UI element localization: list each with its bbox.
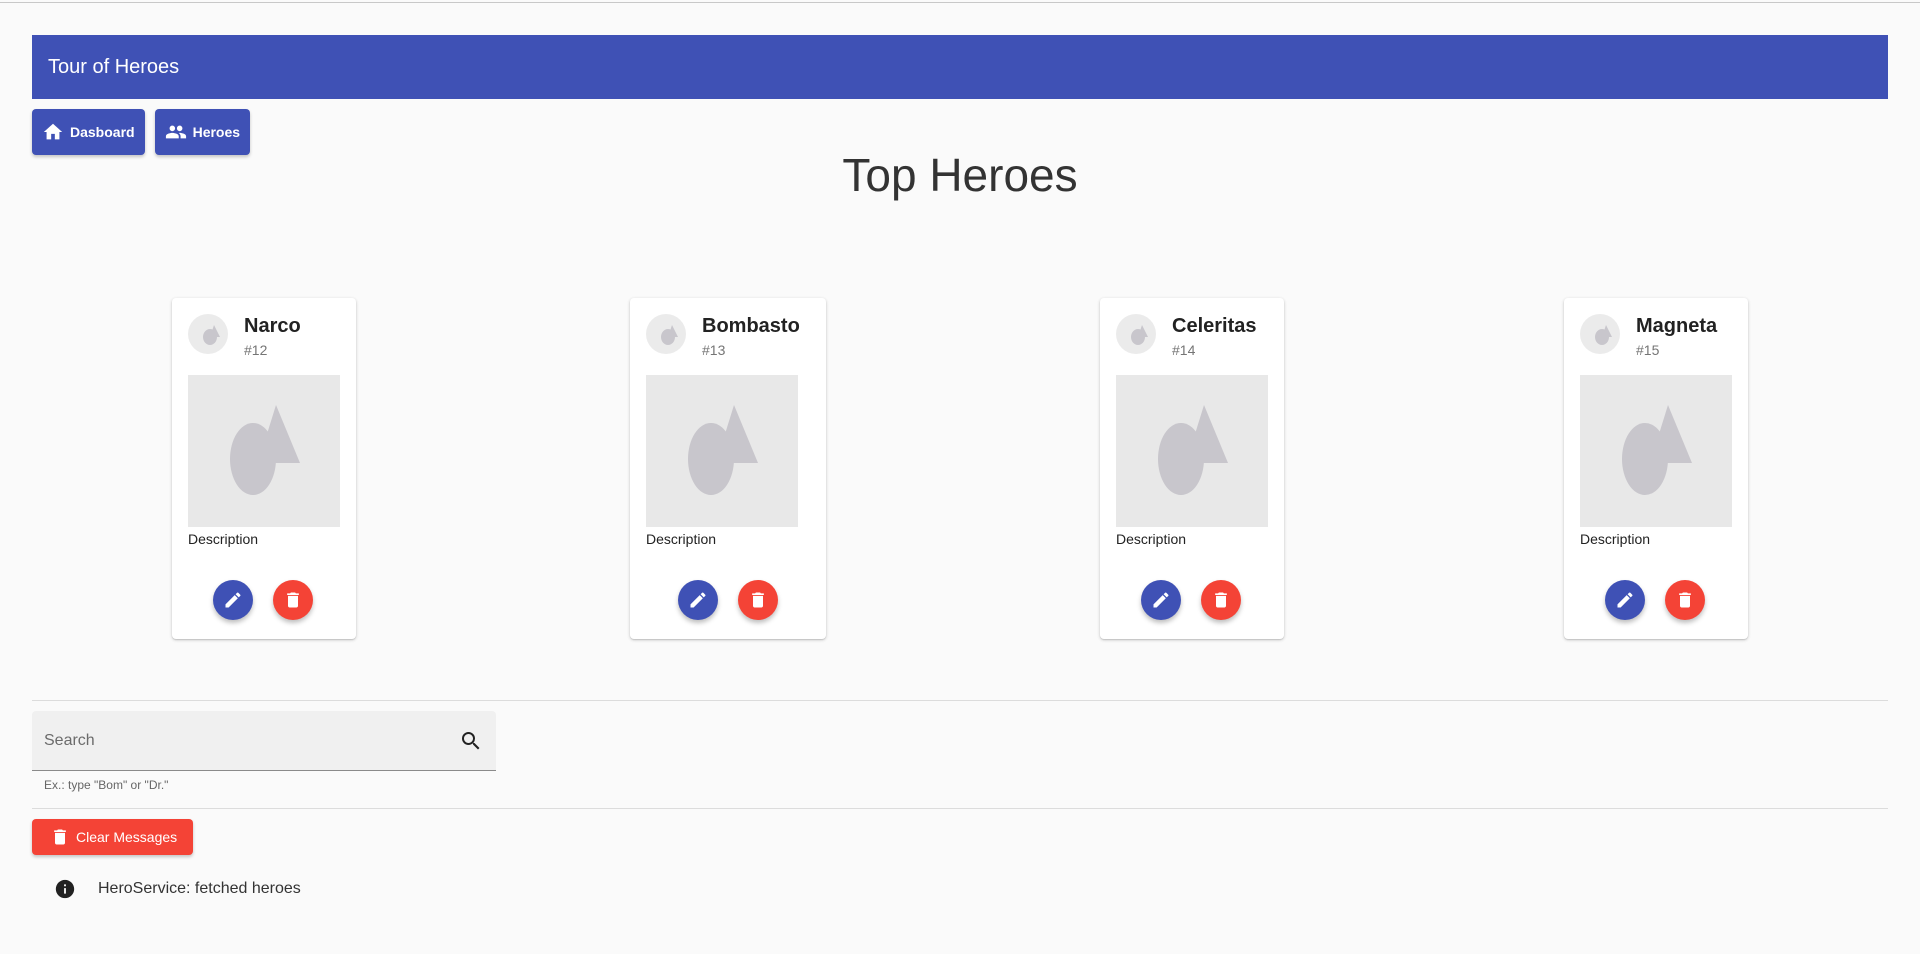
image-placeholder-icon [1158,405,1228,495]
clear-messages-label: Clear Messages [76,829,178,845]
nav-heroes-label: Heroes [192,124,241,140]
search-input[interactable] [44,711,444,770]
delete-icon [1215,592,1227,608]
edit-hero-button[interactable] [1141,580,1181,620]
divider [32,808,1888,809]
hero-card: Celeritas #14 Description [1100,298,1284,639]
hero-id: #13 [702,342,726,358]
people-icon [165,125,186,139]
delete-icon [287,592,299,608]
delete-hero-button[interactable] [1201,580,1241,620]
edit-icon [1153,592,1169,608]
hero-card: Bombasto #13 Description [630,298,826,639]
hero-description: Description [646,531,717,547]
clear-messages-button[interactable]: Clear Messages [32,819,194,855]
divider [32,700,1888,701]
search-icon[interactable] [459,729,483,753]
edit-hero-button[interactable] [1605,580,1645,620]
message-text: HeroService: fetched heroes [98,880,301,897]
message-item: HeroService: fetched heroes [54,878,301,900]
image-placeholder-icon [1595,325,1612,345]
nav-dashboard-label: Dasboard [70,124,135,140]
hero-avatar [1580,314,1620,354]
delete-icon [54,829,66,845]
hero-name: Magneta [1636,315,1718,337]
info-icon [55,879,75,899]
image-placeholder-icon [1622,405,1692,495]
hero-description: Description [1580,531,1651,547]
image-placeholder-icon [661,325,678,345]
image-placeholder-icon [1131,325,1148,345]
hero-avatar [646,314,686,354]
window-top-border [0,2,1920,3]
delete-icon [1679,592,1691,608]
hero-name: Bombasto [702,315,800,337]
home-icon [43,123,63,140]
hero-name: Narco [244,315,301,337]
hero-avatar [1116,314,1156,354]
hero-image [1580,375,1732,527]
hero-image [646,375,798,527]
hero-name: Celeritas [1172,315,1257,337]
delete-hero-button[interactable] [273,580,313,620]
delete-icon [752,592,764,608]
edit-icon [1617,592,1633,608]
hero-card: Magneta #15 Description [1564,298,1748,639]
hero-id: #15 [1636,342,1660,358]
edit-icon [225,592,241,608]
hero-search-field [32,711,496,771]
image-placeholder-icon [688,405,758,495]
image-placeholder-icon [203,325,220,345]
edit-hero-button[interactable] [678,580,718,620]
app-title: Tour of Heroes [48,55,180,78]
edit-hero-button[interactable] [213,580,253,620]
hero-id: #14 [1172,342,1196,358]
hero-description: Description [1116,531,1187,547]
hero-image [1116,375,1268,527]
hero-card: Narco #12 Description [172,298,356,639]
edit-icon [690,592,706,608]
delete-hero-button[interactable] [1665,580,1705,620]
hero-id: #12 [244,342,268,358]
search-hint: Ex.: type "Bom" or "Dr." [44,778,169,792]
page-title: Top Heroes [842,149,1078,201]
hero-avatar [188,314,228,354]
delete-hero-button[interactable] [738,580,778,620]
app-toolbar: Tour of Heroes [32,35,1888,99]
hero-image [188,375,340,527]
image-placeholder-icon [230,405,300,495]
hero-description: Description [188,531,259,547]
